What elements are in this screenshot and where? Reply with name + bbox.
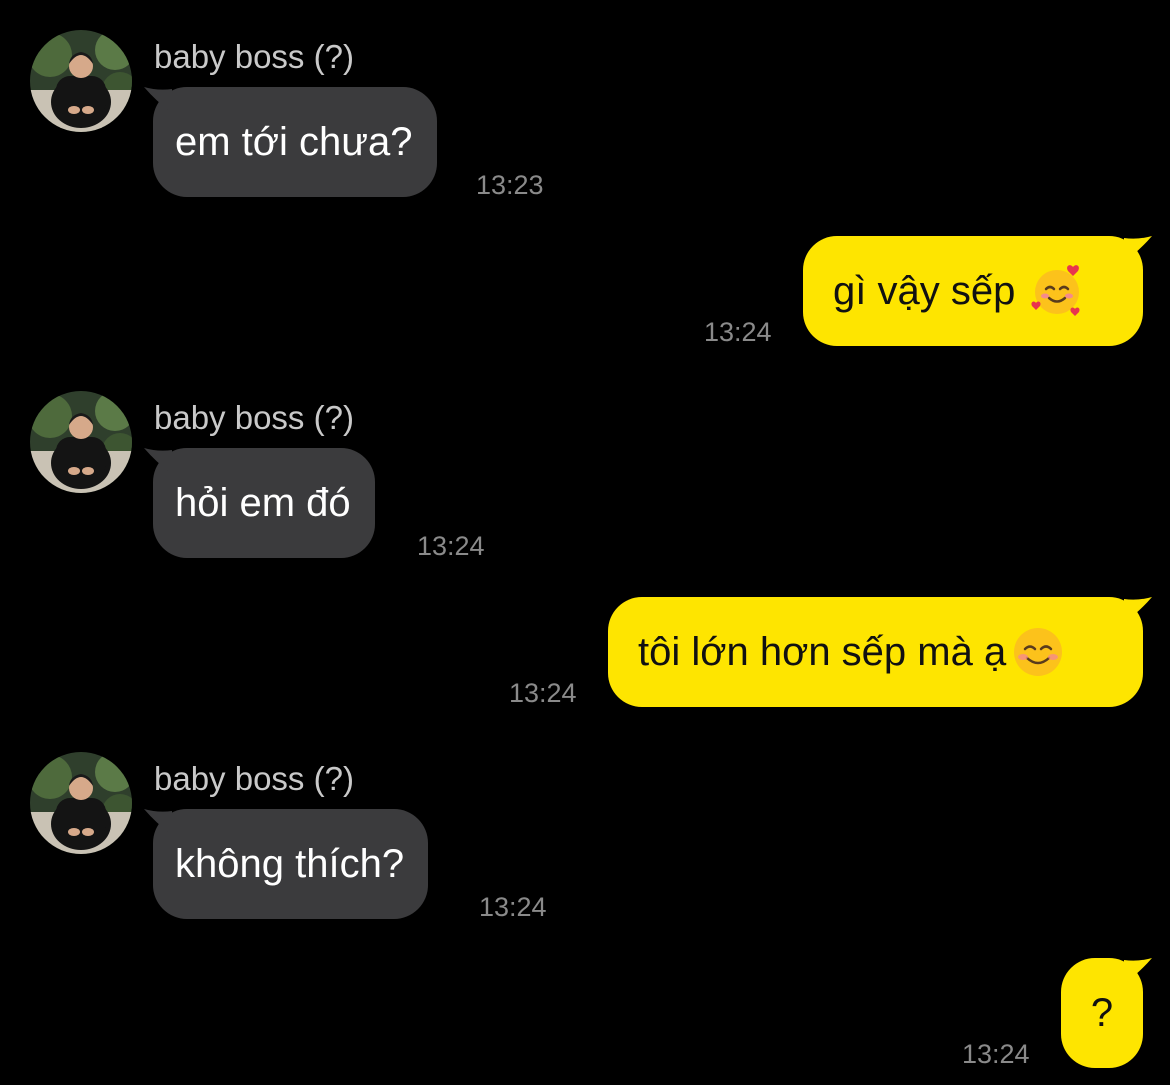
message-timestamp: 13:24 [479, 892, 547, 922]
sender-avatar[interactable] [30, 30, 132, 132]
bubble-tail-icon [144, 448, 172, 474]
sender-name: baby boss (?) [154, 760, 354, 797]
bubble-tail-icon [144, 809, 172, 835]
outgoing-message-bubble[interactable]: gì vậy sếp [803, 236, 1152, 346]
bubble-tail-icon [144, 87, 172, 113]
message-timestamp: 13:24 [962, 1039, 1030, 1069]
sender-avatar[interactable] [30, 752, 132, 854]
message-text: hỏi em đó [175, 481, 351, 525]
message-timestamp: 13:24 [704, 317, 772, 347]
bubble-tail-icon [1124, 597, 1152, 623]
message-text: gì vậy sếp [833, 269, 1016, 313]
bubble-tail-icon [1124, 236, 1152, 262]
outgoing-message-bubble[interactable]: tôi lớn hơn sếp mà ạ [608, 597, 1152, 707]
smiling-face-icon [1010, 624, 1066, 680]
message-timestamp: 13:24 [509, 678, 577, 708]
message-text: tôi lớn hơn sếp mà ạ [638, 630, 1007, 674]
sender-name: baby boss (?) [154, 399, 354, 436]
message-text: ? [1090, 991, 1114, 1035]
sender-avatar[interactable] [30, 391, 132, 493]
sender-name: baby boss (?) [154, 38, 354, 75]
message-timestamp: 13:23 [476, 170, 544, 200]
message-timestamp: 13:24 [417, 531, 485, 561]
smiling-face-with-hearts-icon [1029, 263, 1085, 319]
outgoing-message-bubble[interactable]: ? [1061, 958, 1152, 1068]
incoming-message-bubble[interactable]: hỏi em đó [144, 448, 375, 558]
message-text: em tới chưa? [175, 120, 413, 164]
message-text: không thích? [175, 842, 405, 886]
incoming-message-bubble[interactable]: em tới chưa? [144, 87, 437, 197]
incoming-message-bubble[interactable]: không thích? [144, 809, 429, 919]
bubble-tail-icon [1124, 958, 1152, 984]
